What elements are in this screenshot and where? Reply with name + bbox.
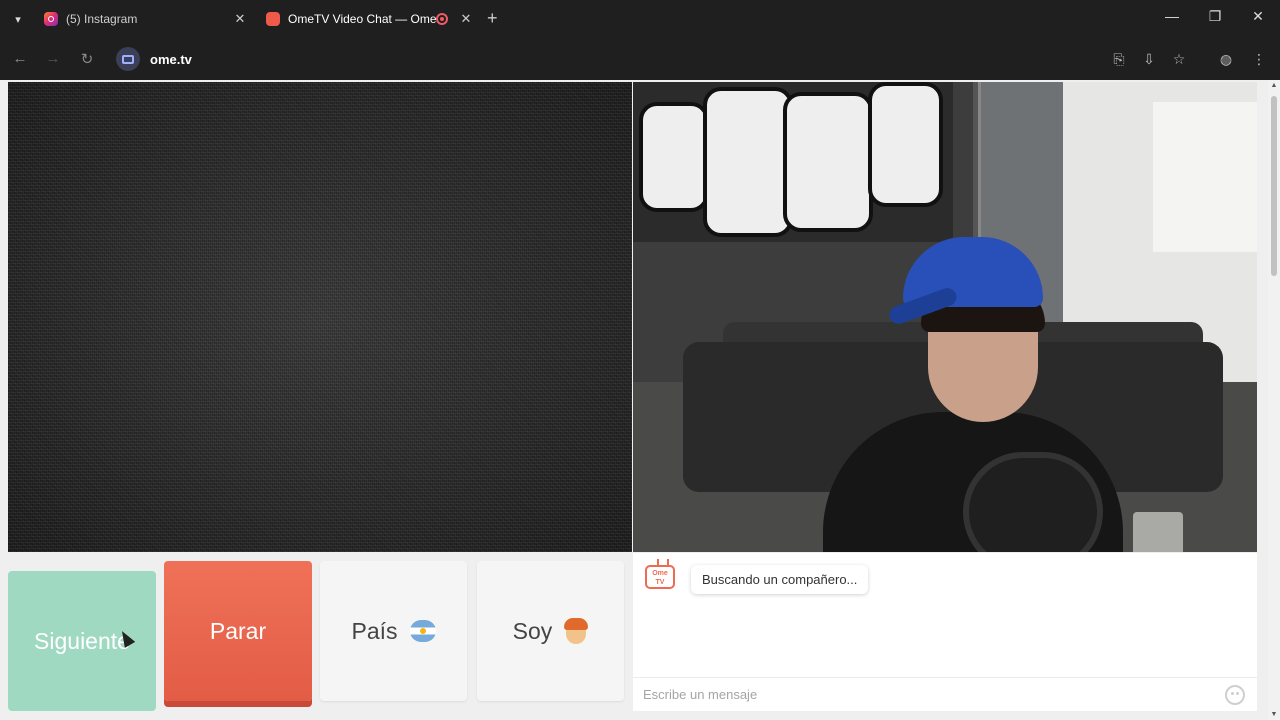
chat-panel: Ome TV Buscando un compañero...: [633, 553, 1257, 711]
gender-button[interactable]: Soy: [477, 561, 624, 701]
graffiti-wall: [633, 82, 953, 242]
country-button-label: País: [351, 617, 398, 644]
self-camera-video: [633, 82, 1257, 552]
next-button-label: Siguiente: [34, 627, 130, 654]
chat-input-bar: [633, 677, 1257, 711]
chat-status-message: Buscando un compañero...: [691, 565, 869, 594]
stop-button[interactable]: Parar: [164, 561, 312, 701]
partner-video-static: [8, 82, 632, 552]
browser-toolbar: ← → ↻ ome.tv: [0, 38, 1280, 80]
scroll-down-icon[interactable]: ▼: [1270, 711, 1278, 718]
maximize-button[interactable]: ❐: [1200, 8, 1230, 25]
new-tab-button[interactable]: +: [487, 9, 498, 27]
minimize-button[interactable]: —: [1157, 8, 1187, 24]
recording-icon: [436, 13, 448, 25]
emoji-smile-icon[interactable]: [1225, 685, 1245, 705]
ometv-logo-icon: Ome TV: [645, 565, 675, 589]
reload-icon[interactable]: ↻: [77, 50, 97, 68]
stop-button-label: Parar: [209, 617, 267, 644]
site-info-icon[interactable]: [116, 47, 140, 71]
gender-button-label: Soy: [512, 617, 553, 644]
tab-title: OmeTV Video Chat — Ome: [288, 12, 436, 26]
forward-arrow-icon[interactable]: →: [43, 50, 63, 67]
argentina-flag-icon: [409, 620, 436, 642]
chat-message-input[interactable]: [643, 687, 1203, 702]
profile-avatar-icon[interactable]: ◍: [1217, 50, 1235, 68]
close-tab-icon[interactable]: ✕: [458, 11, 474, 27]
ometv-icon: [266, 12, 280, 26]
boy-emoji-icon: [564, 618, 589, 644]
tab-title: (5) Instagram: [66, 12, 138, 26]
url-text[interactable]: ome.tv: [150, 52, 192, 67]
scroll-up-icon[interactable]: ▲: [1270, 82, 1278, 89]
close-tab-icon[interactable]: ✕: [232, 11, 248, 27]
browser-titlebar: ▾ (5) Instagram ✕ OmeTV Video Chat — Ome…: [0, 0, 1280, 38]
country-button[interactable]: País: [320, 561, 467, 701]
tab-ometv[interactable]: OmeTV Video Chat — Ome ✕: [258, 6, 480, 32]
address-bar[interactable]: ome.tv: [112, 44, 1192, 74]
translate-icon[interactable]: ⎘: [1110, 50, 1128, 68]
menu-kebab-icon[interactable]: ⋮: [1250, 50, 1268, 68]
scrollbar-thumb[interactable]: [1271, 96, 1277, 276]
bookmark-star-icon[interactable]: ☆: [1170, 50, 1188, 68]
close-window-button[interactable]: ✕: [1243, 8, 1273, 25]
microphone: [963, 452, 1103, 552]
install-app-icon[interactable]: ⇩: [1140, 50, 1158, 68]
back-arrow-icon[interactable]: ←: [10, 50, 30, 67]
tab-instagram[interactable]: (5) Instagram ✕: [36, 6, 254, 32]
page-scrollbar[interactable]: ▲ ▼: [1268, 80, 1280, 720]
instagram-icon: [44, 12, 58, 26]
tab-search-chevron-icon[interactable]: ▾: [8, 9, 28, 29]
